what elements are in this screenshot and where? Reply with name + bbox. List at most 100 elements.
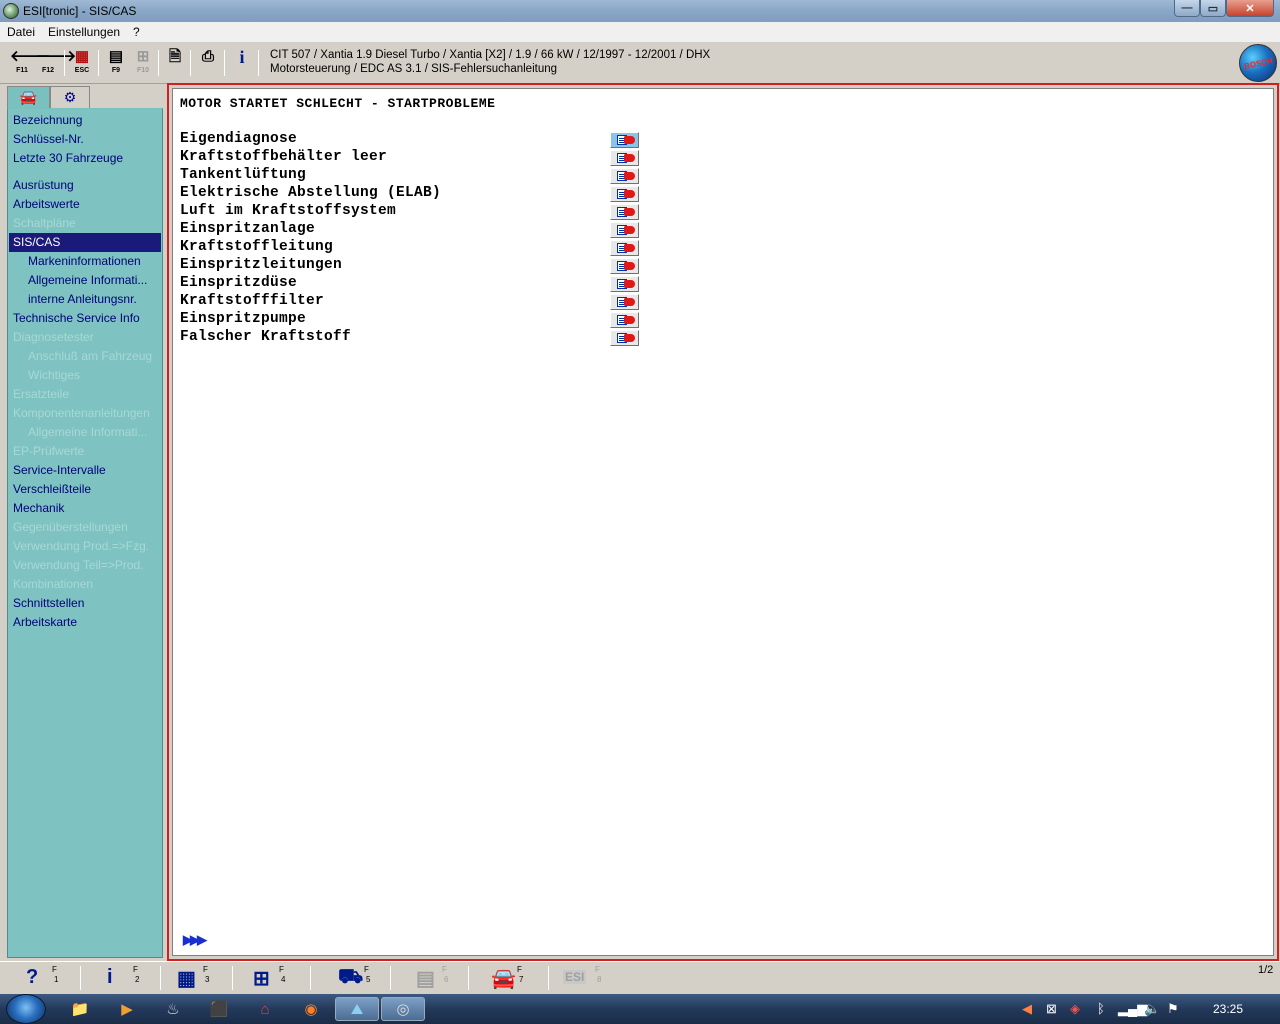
sidebar-item[interactable]: SIS/CAS: [9, 233, 161, 252]
taskbar-app-button[interactable]: ⛰: [335, 997, 379, 1021]
tree-button[interactable]: ⊞ F10: [131, 48, 155, 80]
esi-app-icon: ⛰: [350, 1000, 364, 1018]
sidebar-item[interactable]: Letzte 30 Fahrzeuge: [9, 149, 161, 168]
open-document-button[interactable]: [610, 168, 639, 184]
sidebar-item[interactable]: Allgemeine Informati...: [9, 271, 161, 290]
menu-datei[interactable]: Datei: [7, 25, 35, 39]
title-bar: ESI[tronic] - SIS/CAS — ▭ ✕: [0, 0, 1280, 22]
clock: 23:25: [1213, 1002, 1244, 1016]
document-button[interactable]: 🗎: [163, 48, 187, 80]
info-icon: i: [107, 966, 113, 988]
toolbar-separator: [64, 50, 65, 76]
security-icon[interactable]: ⊠: [1046, 1001, 1057, 1017]
app-icon: ⌂: [260, 1000, 270, 1018]
open-document-button[interactable]: [610, 276, 639, 292]
sidebar-item[interactable]: Ausrüstung: [9, 176, 161, 195]
exit-key-label: ESC: [74, 67, 90, 74]
symptom-item: Einspritzpumpe: [180, 311, 307, 327]
arrow-right-icon: [624, 208, 635, 216]
next-page-icon[interactable]: ▶▶▶: [183, 932, 207, 948]
sidebar-item: Verwendung Prod.=>Fzg.: [13, 539, 150, 553]
taskbar-app-button[interactable]: ◎: [381, 997, 425, 1021]
arrow-right-icon: [624, 172, 635, 180]
sidebar-item: Ersatzteile: [13, 387, 70, 401]
back-button[interactable]: 🡐 F11: [10, 48, 50, 80]
open-document-button[interactable]: [610, 330, 639, 346]
open-document-button[interactable]: [610, 186, 639, 202]
function-button-f7[interactable]: 🚘 F 7: [491, 964, 541, 993]
arrow-right-icon: [624, 280, 635, 288]
parts-icon: ▤: [416, 968, 435, 990]
taskbar-app-button[interactable]: ⬛: [197, 997, 241, 1021]
speaker-icon[interactable]: 🔈: [1144, 1001, 1160, 1017]
sidebar-item[interactable]: interne Anleitungsnr.: [9, 290, 161, 309]
media-icon: ▶: [121, 1001, 133, 1018]
sidebar-item: Schaltpläne: [13, 216, 76, 230]
sidebar-item[interactable]: Schnittstellen: [9, 594, 161, 613]
open-document-button[interactable]: [610, 132, 639, 148]
network-icon[interactable]: ▂▄▆: [1118, 1001, 1147, 1017]
symptom-item: Einspritzdüse: [180, 275, 298, 291]
menu-bar: Datei Einstellungen ?: [0, 22, 1280, 42]
function-bar-separator: [232, 966, 233, 990]
taskbar-app-button[interactable]: ⌂: [243, 997, 287, 1021]
sidebar-item[interactable]: Schlüssel-Nr.: [9, 130, 161, 149]
forward-button[interactable]: 🡒 F12: [36, 48, 76, 80]
maximize-button[interactable]: ▭: [1200, 0, 1226, 17]
volume-warning-icon[interactable]: ◀: [1022, 1001, 1032, 1017]
firefox-icon: ◉: [304, 1001, 318, 1018]
list-button[interactable]: ▤ F9: [104, 48, 128, 80]
antivirus-icon[interactable]: ◈: [1070, 1001, 1080, 1017]
open-document-button[interactable]: [610, 240, 639, 256]
circuit-icon: ⊞: [253, 968, 270, 990]
info-button[interactable]: i: [230, 48, 254, 80]
print-button[interactable]: ⎙: [196, 48, 220, 80]
function-key-number: 6: [444, 975, 449, 984]
sidebar-item[interactable]: Verschleißteile: [9, 480, 161, 499]
function-button-f8[interactable]: ESI F 8: [563, 964, 613, 993]
function-key-number: 5: [366, 975, 371, 984]
taskbar-app-button[interactable]: 📁: [58, 997, 102, 1021]
taskbar-app-button[interactable]: ▶: [105, 997, 149, 1021]
taskbar-app-button[interactable]: ◉: [289, 997, 333, 1021]
open-document-button[interactable]: [610, 150, 639, 166]
sidebar-item[interactable]: Arbeitskarte: [9, 613, 161, 632]
taskbar-app-button[interactable]: ♨: [151, 997, 195, 1021]
bluetooth-icon[interactable]: ᛒ: [1097, 1001, 1105, 1016]
function-button-f3[interactable]: ▦ F 3: [177, 964, 227, 993]
menu-help[interactable]: ?: [133, 25, 140, 39]
esi-icon: ESI: [563, 970, 587, 984]
exit-button[interactable]: ▦ ESC: [70, 48, 94, 80]
open-document-button[interactable]: [610, 258, 639, 274]
sidebar-item[interactable]: Bezeichnung: [9, 111, 161, 130]
sidebar-item[interactable]: Service-Intervalle: [9, 461, 161, 480]
open-document-button[interactable]: [610, 222, 639, 238]
sidebar-item[interactable]: Markeninformationen: [9, 252, 161, 271]
list-key-label: F9: [111, 67, 121, 74]
open-document-button[interactable]: [610, 294, 639, 310]
open-document-button[interactable]: [610, 204, 639, 220]
close-button[interactable]: ✕: [1226, 0, 1274, 17]
function-button-f5[interactable]: ⛟ F 5: [338, 964, 388, 993]
function-button-f2[interactable]: i F2: [107, 964, 157, 993]
menu-einstellungen[interactable]: Einstellungen: [48, 25, 120, 39]
car-icon: 🚘: [19, 89, 38, 105]
sidebar-item[interactable]: Arbeitswerte: [9, 195, 161, 214]
function-button-f4[interactable]: ⊞ F 4: [253, 964, 303, 993]
sidebar-item: Diagnosetester: [13, 330, 94, 344]
open-document-button[interactable]: [610, 312, 639, 328]
toolbar-separator: [224, 50, 225, 76]
function-button-f6[interactable]: ▤ F 6: [416, 964, 466, 993]
sidebar-item[interactable]: Technische Service Info: [9, 309, 161, 328]
function-button-f1[interactable]: ? F 1: [26, 964, 76, 993]
minimize-button[interactable]: —: [1174, 0, 1200, 17]
content-panel: MOTOR STARTET SCHLECHT - STARTPROBLEME E…: [172, 88, 1274, 956]
symptom-item: Kraftstoffleitung: [180, 239, 334, 255]
tab-engine[interactable]: ⚙: [50, 86, 90, 108]
page-indicator: 1/2: [1258, 964, 1274, 976]
sidebar-item[interactable]: Mechanik: [9, 499, 161, 518]
tab-vehicle[interactable]: 🚘: [7, 86, 50, 108]
start-button[interactable]: [6, 994, 46, 1024]
esi-app-icon: [3, 3, 19, 19]
action-center-icon[interactable]: ⚑: [1167, 1001, 1179, 1017]
